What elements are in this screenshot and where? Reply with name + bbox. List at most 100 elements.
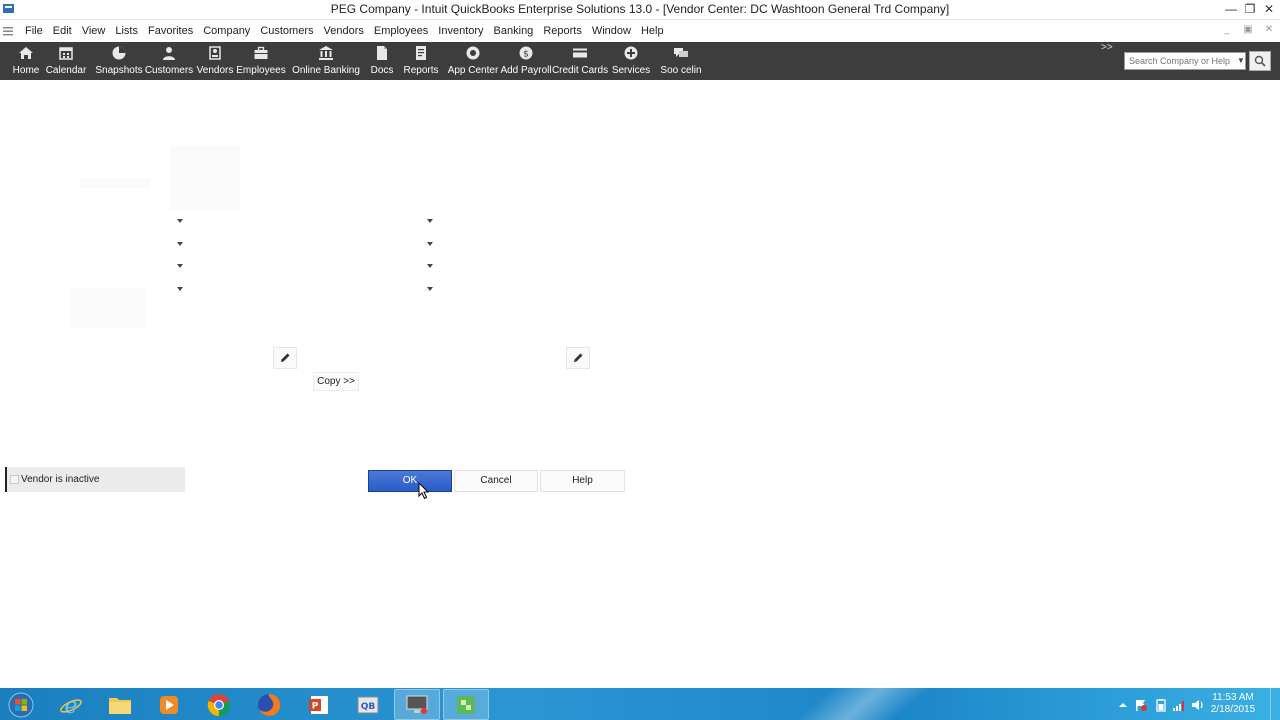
menu-view[interactable]: View — [77, 24, 111, 39]
svg-text:$: $ — [523, 50, 529, 60]
ok-button[interactable]: OK — [368, 470, 452, 492]
taskbar-internet-explorer[interactable]: e — [48, 689, 94, 720]
help-button[interactable]: Help — [540, 470, 625, 492]
toolbar-online-banking-label: Online Banking — [292, 65, 360, 76]
dropdown-arrow-icon[interactable] — [426, 263, 434, 269]
icon-toolbar: Home Calendar Snapshots Customers Vendor… — [0, 42, 1280, 80]
menu-favorites[interactable]: Favorites — [143, 24, 198, 39]
toolbar-customers-label: Customers — [144, 65, 194, 76]
taskbar-quickbooks[interactable]: QB — [345, 689, 391, 720]
firefox-icon — [258, 693, 281, 716]
toolbar-reports-button[interactable]: Reports — [402, 45, 440, 79]
dropdown-arrow-icon[interactable] — [426, 286, 434, 292]
document-icon — [377, 46, 387, 60]
show-desktop-button[interactable] — [1270, 688, 1280, 720]
child-minimize-button[interactable]: _ — [1219, 24, 1235, 35]
pie-chart-icon — [112, 46, 126, 60]
taskbar-media-player[interactable] — [146, 689, 192, 720]
taskbar-chrome[interactable] — [196, 689, 242, 720]
cancel-button[interactable]: Cancel — [454, 470, 538, 492]
bank-icon — [319, 46, 333, 60]
home-icon — [19, 47, 33, 59]
toolbar-calendar-button[interactable]: Calendar — [46, 45, 86, 79]
window-restore-button[interactable]: ❐ — [1241, 1, 1259, 17]
battery-icon[interactable] — [1154, 698, 1168, 712]
window-minimize-button[interactable]: — — [1222, 1, 1240, 17]
toolbar-vendors-button[interactable]: Vendors — [195, 45, 235, 79]
taskbar-remote-desktop[interactable] — [394, 689, 440, 720]
faded-field-label — [80, 178, 150, 188]
dropdown-arrow-icon[interactable] — [176, 286, 184, 292]
window-close-button[interactable]: ✕ — [1260, 1, 1278, 17]
search-input[interactable] — [1124, 52, 1246, 70]
toolbar-home-button[interactable]: Home — [6, 45, 46, 79]
start-button[interactable] — [2, 689, 40, 720]
dropdown-arrow-icon[interactable] — [176, 263, 184, 269]
toolbar-more-chevron[interactable]: >> — [1101, 42, 1113, 53]
menu-inventory[interactable]: Inventory — [433, 24, 488, 39]
menu-edit[interactable]: Edit — [48, 24, 77, 39]
windows-taskbar: e P QB — [0, 688, 1280, 720]
vendor-inactive-row[interactable]: Vendor is inactive — [5, 467, 185, 492]
menu-reports[interactable]: Reports — [538, 24, 587, 39]
dropdown-arrow-icon[interactable] — [426, 218, 434, 224]
toolbar-snapshots-label: Snapshots — [95, 65, 143, 76]
volume-icon[interactable] — [1191, 698, 1205, 712]
child-restore-button[interactable]: ▣ — [1240, 24, 1256, 35]
toolbar-credit-cards-button[interactable]: Credit Cards — [552, 45, 608, 79]
menu-employees[interactable]: Employees — [369, 24, 433, 39]
search-dropdown-icon[interactable]: ▼ — [1236, 53, 1246, 69]
menu-banking[interactable]: Banking — [489, 24, 539, 39]
dropdown-arrow-icon[interactable] — [176, 241, 184, 247]
menu-customers[interactable]: Customers — [255, 24, 318, 39]
taskbar-powerpoint[interactable]: P — [296, 689, 342, 720]
menu-vendors[interactable]: Vendors — [319, 24, 369, 39]
monitor-icon — [406, 695, 428, 714]
briefcase-icon — [254, 46, 268, 59]
dropdown-arrow-icon[interactable] — [426, 241, 434, 247]
svg-text:P: P — [312, 701, 319, 711]
clock-time: 11:53 AM — [1212, 692, 1254, 703]
toolbar-services-button[interactable]: Services — [611, 45, 651, 79]
edit-shipped-from-button[interactable] — [566, 347, 590, 369]
toolbar-snapshots-button[interactable]: Snapshots — [95, 45, 143, 79]
action-center-flag-icon[interactable] — [1134, 698, 1148, 712]
mouse-cursor-icon — [418, 482, 430, 500]
vendor-inactive-checkbox[interactable] — [10, 475, 19, 484]
search-button[interactable] — [1249, 51, 1271, 71]
window-title: PEG Company - Intuit QuickBooks Enterpri… — [330, 2, 950, 16]
toolbar-vendors-label: Vendors — [196, 65, 234, 76]
network-signal-icon[interactable] — [1172, 698, 1186, 712]
copy-address-button[interactable]: Copy >> — [313, 372, 359, 391]
system-menu-icon[interactable] — [3, 26, 13, 36]
toolbar-online-banking-button[interactable]: Online Banking — [292, 45, 360, 79]
toolbar-docs-button[interactable]: Docs — [367, 45, 397, 79]
taskbar-file-explorer[interactable] — [97, 689, 143, 720]
toolbar-employees-button[interactable]: Employees — [236, 45, 286, 79]
green-puzzle-icon — [457, 695, 475, 714]
toolbar-customers-button[interactable]: Customers — [144, 45, 194, 79]
child-close-button[interactable]: ✕ — [1261, 24, 1277, 35]
edit-billed-from-button[interactable] — [273, 347, 297, 369]
menu-lists[interactable]: Lists — [110, 24, 143, 39]
chrome-icon — [207, 693, 231, 716]
plus-circle-icon — [624, 46, 638, 60]
menu-window[interactable]: Window — [587, 24, 636, 39]
toolbar-app-center-button[interactable]: App Center — [448, 45, 498, 79]
taskbar-firefox[interactable] — [246, 689, 292, 720]
powerpoint-icon: P — [309, 695, 328, 714]
show-hidden-icons-arrow-icon[interactable] — [1116, 698, 1130, 712]
menu-company[interactable]: Company — [198, 24, 255, 39]
pencil-icon — [281, 353, 290, 362]
folder-icon — [109, 697, 131, 714]
windows-logo-icon — [8, 692, 34, 717]
taskbar-clock[interactable]: 11:53 AM 2/18/2015 — [1206, 692, 1260, 716]
dropdown-arrow-icon[interactable] — [176, 218, 184, 224]
toolbar-soo-celin-button[interactable]: Soo celin — [660, 45, 702, 79]
menu-help[interactable]: Help — [636, 24, 669, 39]
toolbar-soo-celin-label: Soo celin — [660, 65, 702, 76]
taskbar-green-app[interactable] — [443, 689, 489, 720]
menu-file[interactable]: File — [20, 24, 48, 39]
toolbar-add-payroll-button[interactable]: $ Add Payroll — [500, 45, 552, 79]
taskbar-light-streak — [746, 688, 994, 720]
